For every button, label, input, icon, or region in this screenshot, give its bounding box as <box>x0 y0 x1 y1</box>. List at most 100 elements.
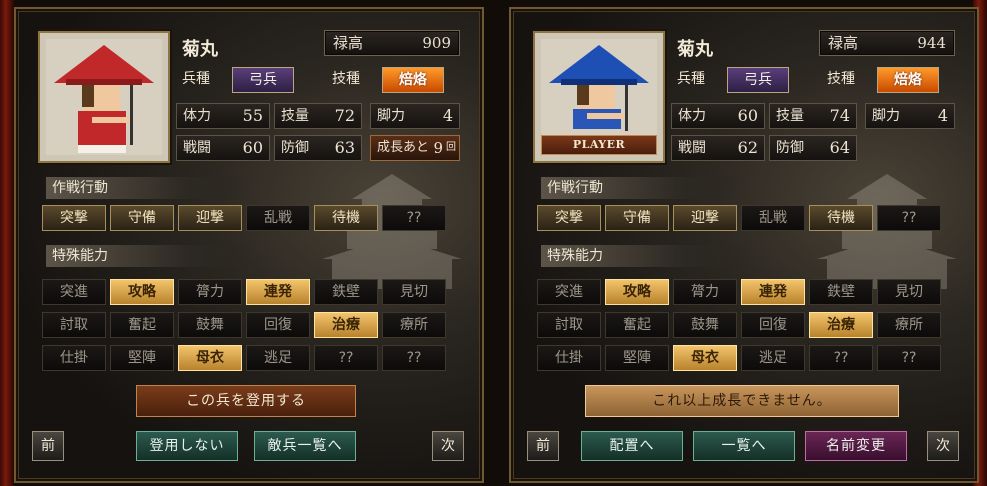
ability-button[interactable]: 討取 <box>42 312 106 338</box>
ability-button[interactable]: 突進 <box>42 279 106 305</box>
ability-button[interactable]: 母衣 <box>178 345 242 371</box>
ability-button[interactable]: 見切 <box>877 279 941 305</box>
tactic-button[interactable]: 乱戦 <box>741 205 805 231</box>
tactic-button[interactable]: 突撃 <box>537 205 601 231</box>
ability-button[interactable]: 膂力 <box>673 279 737 305</box>
growth-value: 9 <box>433 139 443 157</box>
ability-button[interactable]: 回復 <box>246 312 310 338</box>
next-button[interactable]: 次 <box>927 431 959 461</box>
troop-type-badge: 弓兵 <box>232 67 294 93</box>
recruit-button[interactable]: この兵を登用する <box>136 385 356 417</box>
unit-name: 菊丸 <box>182 39 218 60</box>
tactic-button[interactable]: 迎撃 <box>673 205 737 231</box>
ability-button[interactable]: 鼓舞 <box>673 312 737 338</box>
stat-defense-label: 防御 <box>776 140 804 156</box>
ability-button[interactable]: 連発 <box>246 279 310 305</box>
prev-button[interactable]: 前 <box>32 431 64 461</box>
next-button[interactable]: 次 <box>432 431 464 461</box>
tactic-button[interactable]: 守備 <box>110 205 174 231</box>
ability-button[interactable]: 鼓舞 <box>178 312 242 338</box>
stat-defense-value: 63 <box>334 138 355 157</box>
ability-button[interactable]: 療所 <box>877 312 941 338</box>
stat-leg-label: 脚力 <box>377 108 405 124</box>
unit-status-panel-right: PLAYER 菊丸 禄高 944 兵種 弓兵 技種 焙烙 体力 60 技量 74… <box>509 7 979 483</box>
ability-button[interactable]: 奮起 <box>605 312 669 338</box>
ability-button[interactable]: ?? <box>877 345 941 371</box>
tactic-button[interactable]: 迎撃 <box>178 205 242 231</box>
tactic-button[interactable]: 突撃 <box>42 205 106 231</box>
ability-button[interactable]: 攻略 <box>605 279 669 305</box>
stat-battle-label: 戦闘 <box>183 140 211 156</box>
tactic-button[interactable]: 乱戦 <box>246 205 310 231</box>
stat-technique: 技量 72 <box>274 103 362 129</box>
ability-button[interactable]: 討取 <box>537 312 601 338</box>
prev-button[interactable]: 前 <box>527 431 559 461</box>
troop-label: 兵種 <box>182 71 210 87</box>
ability-button[interactable]: 奮起 <box>110 312 174 338</box>
player-tag: PLAYER <box>541 135 657 155</box>
growth-remaining: 成長あと 9 回 <box>370 135 460 161</box>
tactic-button[interactable]: 守備 <box>605 205 669 231</box>
ability-button[interactable]: 逃足 <box>246 345 310 371</box>
unit-portrait: PLAYER <box>533 31 665 163</box>
left-border <box>0 0 14 486</box>
skill-type-label: 技種 <box>332 71 360 87</box>
ability-button[interactable]: 鉄壁 <box>809 279 873 305</box>
deploy-button[interactable]: 配置へ <box>581 431 683 461</box>
unit-name: 菊丸 <box>677 39 713 60</box>
ability-button[interactable]: 膂力 <box>178 279 242 305</box>
stat-battle: 戦闘 62 <box>671 135 765 161</box>
ability-button[interactable]: ?? <box>809 345 873 371</box>
stat-leg: 脚力 4 <box>865 103 955 129</box>
skill-type-label: 技種 <box>827 71 855 87</box>
ability-button[interactable]: 突進 <box>537 279 601 305</box>
stat-hp: 体力 60 <box>671 103 765 129</box>
tactic-button[interactable]: 待機 <box>809 205 873 231</box>
rename-button[interactable]: 名前変更 <box>805 431 907 461</box>
tactic-button[interactable]: ?? <box>877 205 941 231</box>
stat-technique-label: 技量 <box>281 108 309 124</box>
ability-button[interactable]: 連発 <box>741 279 805 305</box>
unit-status-panel-left: 菊丸 禄高 909 兵種 弓兵 技種 焙烙 体力 55 技量 72 脚力 4 戦… <box>14 7 484 483</box>
stat-defense-value: 64 <box>829 138 850 157</box>
stat-battle-value: 60 <box>242 138 263 157</box>
ability-button[interactable]: 仕掛 <box>537 345 601 371</box>
ability-button[interactable]: ?? <box>314 345 378 371</box>
stat-technique-value: 74 <box>829 106 850 125</box>
ability-button[interactable]: 堅陣 <box>605 345 669 371</box>
ability-button[interactable]: 攻略 <box>110 279 174 305</box>
do-not-recruit-button[interactable]: 登用しない <box>136 431 238 461</box>
stat-hp-label: 体力 <box>183 108 211 124</box>
salary-label: 禄高 <box>828 34 859 52</box>
ability-button[interactable]: 見切 <box>382 279 446 305</box>
ability-button[interactable]: 療所 <box>382 312 446 338</box>
growth-unit: 回 <box>446 142 456 153</box>
ability-button[interactable]: 堅陣 <box>110 345 174 371</box>
tactic-button[interactable]: ?? <box>382 205 446 231</box>
stat-leg-label: 脚力 <box>872 108 900 124</box>
tactic-button[interactable]: 待機 <box>314 205 378 231</box>
list-button[interactable]: 一覧へ <box>693 431 795 461</box>
ability-button[interactable]: 逃足 <box>741 345 805 371</box>
stat-defense: 防御 64 <box>769 135 857 161</box>
stat-technique-label: 技量 <box>776 108 804 124</box>
ability-button[interactable]: 治療 <box>314 312 378 338</box>
ability-button[interactable]: 母衣 <box>673 345 737 371</box>
growth-label: 成長あと <box>377 140 430 155</box>
troop-label: 兵種 <box>677 71 705 87</box>
stat-hp-value: 55 <box>242 106 263 125</box>
ability-button[interactable]: ?? <box>382 345 446 371</box>
skill-type-badge: 焙烙 <box>877 67 939 93</box>
salary-box: 禄高 944 <box>819 30 955 56</box>
ability-button[interactable]: 仕掛 <box>42 345 106 371</box>
abilities-section-title: 特殊能力 <box>46 245 252 267</box>
stat-technique-value: 72 <box>334 106 355 125</box>
salary-value: 944 <box>917 34 946 52</box>
ability-button[interactable]: 鉄壁 <box>314 279 378 305</box>
ability-button[interactable]: 回復 <box>741 312 805 338</box>
ability-button[interactable]: 治療 <box>809 312 873 338</box>
skill-type-badge: 焙烙 <box>382 67 444 93</box>
enemy-list-button[interactable]: 敵兵一覧へ <box>254 431 356 461</box>
growth-status-banner: これ以上成長できません。 <box>585 385 899 417</box>
stat-battle-label: 戦闘 <box>678 140 706 156</box>
